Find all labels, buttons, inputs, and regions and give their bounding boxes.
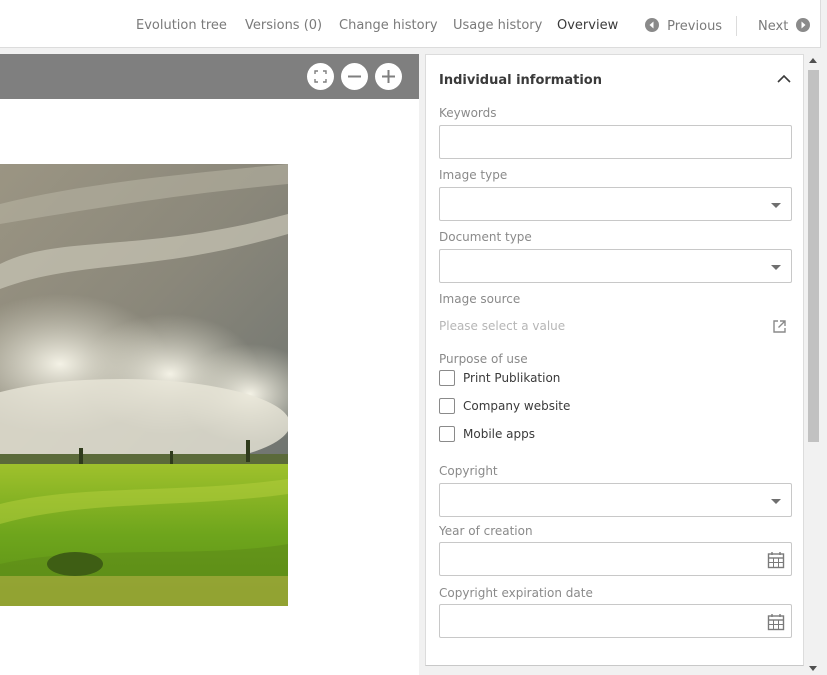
image-source-label: Image source [439, 292, 521, 306]
purpose-of-use-label: Purpose of use [439, 352, 528, 366]
image-viewer [0, 54, 419, 675]
dropdown-caret-icon [771, 265, 781, 270]
calendar-icon[interactable] [767, 613, 785, 631]
tab-evolution-tree[interactable]: Evolution tree [136, 18, 227, 33]
landscape-image [0, 164, 288, 606]
purpose-label-print: Print Publikation [463, 371, 561, 385]
image-type-select[interactable] [439, 187, 792, 221]
copyright-expiration-input[interactable] [439, 604, 792, 638]
calendar-icon[interactable] [767, 551, 785, 569]
dropdown-caret-icon [771, 203, 781, 208]
checkbox[interactable] [439, 426, 455, 442]
zoom-out-button[interactable] [341, 63, 368, 90]
zoom-in-button[interactable] [375, 63, 402, 90]
scroll-down-arrow-icon[interactable] [809, 666, 817, 671]
fullscreen-icon [314, 70, 327, 83]
nav-divider [736, 16, 737, 36]
document-type-label: Document type [439, 230, 532, 244]
next-arrow-icon [796, 18, 811, 32]
tab-usage-history[interactable]: Usage history [453, 18, 542, 33]
copyright-select[interactable] [439, 483, 792, 517]
year-of-creation-input[interactable] [439, 542, 792, 576]
purpose-checkbox-website[interactable]: Company website [439, 397, 570, 415]
copyright-label: Copyright [439, 464, 498, 478]
previous-label: Previous [667, 19, 723, 34]
previous-arrow-icon [645, 18, 659, 32]
checkbox[interactable] [439, 398, 455, 414]
dropdown-caret-icon [771, 499, 781, 504]
top-nav-bar: Evolution tree Versions (0) Change histo… [0, 0, 821, 48]
panel-scrollbar[interactable] [806, 54, 821, 675]
tab-overview[interactable]: Overview [557, 18, 618, 33]
checkbox[interactable] [439, 370, 455, 386]
tab-versions[interactable]: Versions (0) [245, 18, 322, 33]
fullscreen-button[interactable] [307, 63, 334, 90]
collapse-chevron-icon[interactable] [776, 73, 792, 85]
keywords-input[interactable] [439, 125, 792, 159]
scrollbar-thumb[interactable] [808, 70, 819, 442]
zoom-in-icon [382, 70, 395, 83]
document-type-select[interactable] [439, 249, 792, 283]
purpose-label-website: Company website [463, 399, 571, 413]
image-type-label: Image type [439, 168, 508, 182]
panel-title: Individual information [439, 73, 602, 88]
keywords-label: Keywords [439, 106, 497, 120]
purpose-checkbox-print[interactable]: Print Publikation [439, 369, 560, 387]
image-source-placeholder[interactable]: Please select a value [439, 319, 565, 333]
scroll-up-arrow-icon[interactable] [809, 58, 817, 63]
purpose-label-mobile: Mobile apps [463, 427, 536, 441]
year-of-creation-label: Year of creation [439, 524, 533, 538]
tab-change-history[interactable]: Change history [339, 18, 438, 33]
purpose-checkbox-mobile[interactable]: Mobile apps [439, 425, 535, 443]
previous-button[interactable]: Previous [645, 18, 722, 34]
open-external-icon[interactable] [772, 319, 787, 334]
zoom-out-icon [348, 75, 361, 78]
viewer-toolbar [0, 54, 419, 99]
next-button[interactable]: Next [758, 18, 811, 34]
copyright-expiration-label: Copyright expiration date [439, 586, 593, 600]
next-label: Next [758, 19, 789, 34]
individual-information-panel: Individual information Keywords Image ty… [425, 54, 804, 666]
